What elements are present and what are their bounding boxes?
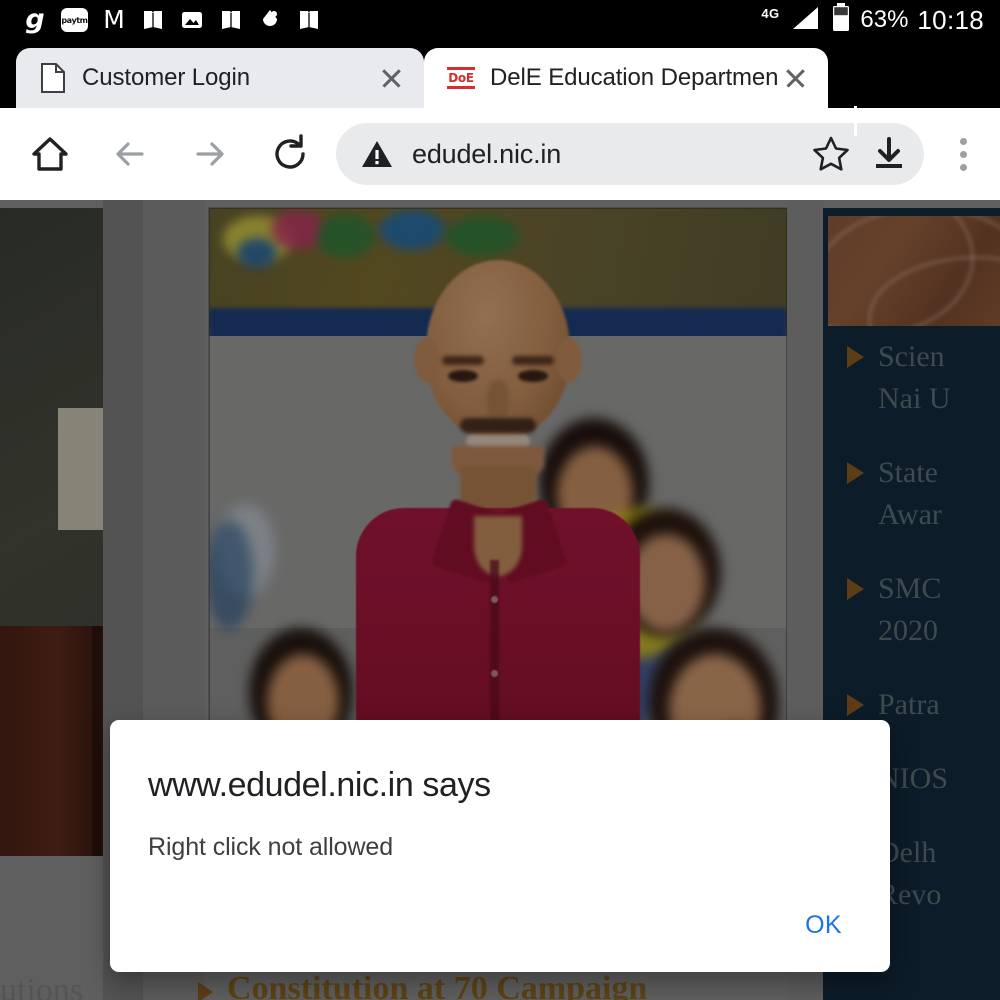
book-icon <box>140 7 166 33</box>
status-bar-notification-icons: g paytm M <box>0 4 322 35</box>
reload-icon[interactable] <box>262 126 318 182</box>
page-icon <box>38 63 68 93</box>
book-icon <box>218 7 244 33</box>
ink-icon <box>257 7 283 33</box>
battery-percent-label: 63% <box>860 6 909 33</box>
omnibox[interactable]: edudel.nic.in <box>336 123 924 185</box>
clock-label: 10:18 <box>917 4 984 35</box>
paytm-icon: paytm <box>61 8 88 32</box>
battery-icon <box>831 2 851 38</box>
status-bar: g paytm M 4G 63% 10:18 <box>0 0 1000 40</box>
doe-icon-bar-bottom <box>447 86 475 89</box>
doe-icon-text: DoE <box>448 70 474 85</box>
network-type-label: 4G <box>761 5 780 21</box>
tab-strip: Customer Login DoE DelE Education Depart… <box>0 40 1000 136</box>
groww-icon: g <box>25 4 45 35</box>
forward-arrow-icon[interactable] <box>182 126 238 182</box>
tab-customer-login[interactable]: Customer Login <box>16 48 424 108</box>
signal-strength-icon <box>788 4 822 37</box>
close-icon[interactable] <box>778 61 812 95</box>
paytm-icon-label: paytm <box>61 15 88 25</box>
tab-dele-education-department[interactable]: DoE DelE Education Department <box>424 48 828 108</box>
new-tab-button[interactable] <box>840 92 884 136</box>
dialog-actions: OK <box>110 901 890 972</box>
url-text[interactable]: edudel.nic.in <box>412 139 802 170</box>
not-secure-warning-icon[interactable] <box>360 137 394 171</box>
gmail-icon: M <box>103 5 125 34</box>
book-icon <box>296 7 322 33</box>
doe-icon: DoE <box>446 63 476 93</box>
javascript-alert-dialog: www.edudel.nic.in says Right click not a… <box>110 720 890 972</box>
tab-title: DelE Education Department <box>490 64 778 91</box>
tab-title: Customer Login <box>82 64 251 91</box>
gallery-icon <box>179 7 205 33</box>
close-icon[interactable] <box>374 61 408 95</box>
doe-icon-bar-top <box>447 67 475 70</box>
home-icon[interactable] <box>22 126 78 182</box>
status-bar-system-icons: 4G 63% 10:18 <box>761 2 1000 38</box>
back-arrow-icon[interactable] <box>102 126 158 182</box>
dialog-message: Right click not allowed <box>148 833 394 861</box>
dialog-title: www.edudel.nic.in says <box>148 766 491 804</box>
ok-button[interactable]: OK <box>791 901 856 950</box>
three-dot-menu-icon[interactable] <box>932 123 994 185</box>
